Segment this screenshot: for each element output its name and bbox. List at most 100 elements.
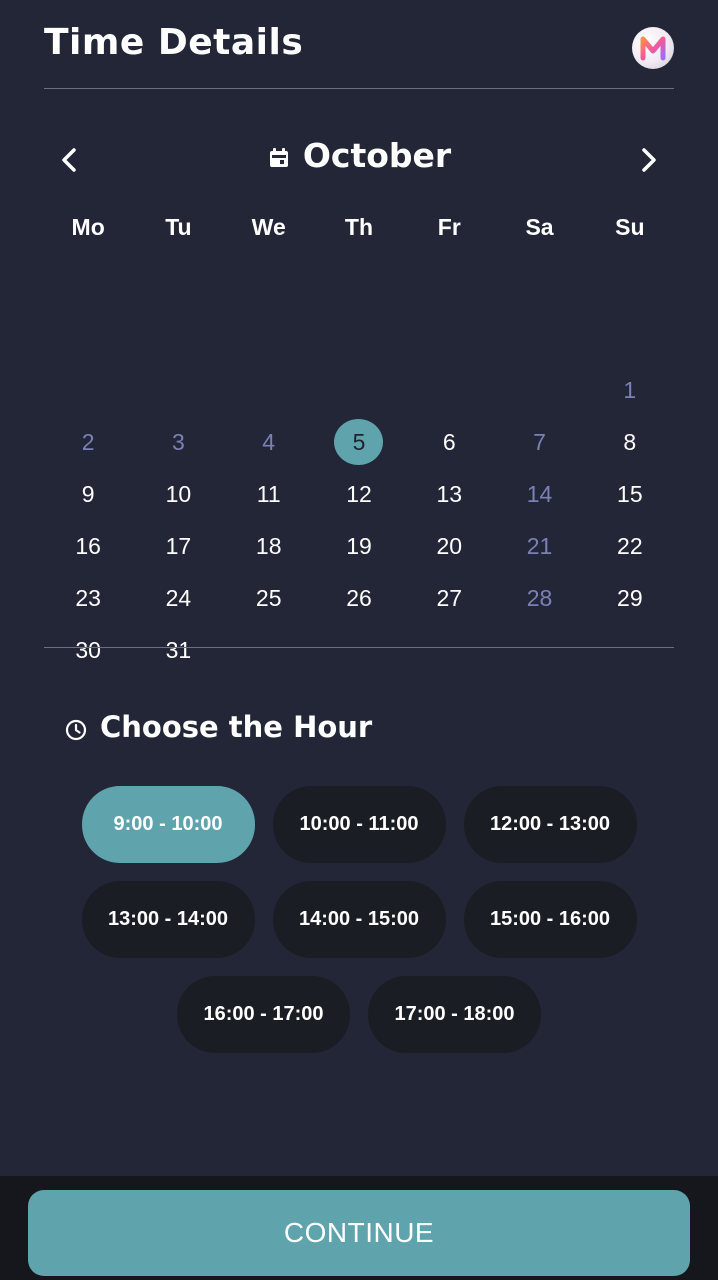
calendar-day[interactable]: 28 (494, 572, 584, 624)
calendar-empty-cell (404, 624, 494, 676)
calendar-day-number: 23 (75, 584, 101, 611)
calendar-empty-cell (224, 312, 314, 364)
calendar-day[interactable]: 14 (494, 468, 584, 520)
weekday-label: We (251, 214, 286, 240)
time-slot-button[interactable]: 12:00 - 13:00 (463, 786, 637, 863)
calendar-day[interactable]: 27 (404, 572, 494, 624)
calendar-day[interactable]: 7 (494, 416, 584, 468)
weekday-label: Tu (165, 214, 192, 240)
calendar-day-number: 22 (617, 532, 643, 559)
month-navigation: October (44, 130, 674, 186)
calendar-day[interactable]: 3 (133, 416, 223, 468)
chevron-right-icon (642, 148, 656, 172)
hour-heading: Choose the Hour (64, 710, 372, 744)
calendar-day[interactable]: 4 (224, 416, 314, 468)
calendar-day[interactable]: 15 (585, 468, 675, 520)
calendar-empty-cell (43, 364, 133, 416)
calendar-day[interactable]: 18 (224, 520, 314, 572)
calendar-day-number: 24 (165, 584, 192, 611)
calendar-day-number: 18 (255, 532, 282, 559)
calendar-icon (269, 147, 288, 167)
calendar-day-selected[interactable]: 5 (314, 416, 404, 468)
calendar-day-number: 17 (165, 532, 192, 559)
calendar-week-row: 1 (43, 364, 675, 416)
section-divider (44, 647, 674, 648)
calendar-day-number: 26 (346, 584, 372, 611)
calendar-empty-cell (404, 364, 494, 416)
calendar-empty-cell (314, 624, 404, 676)
calendar-day[interactable]: 8 (585, 416, 675, 468)
weekday-label: Fr (437, 214, 461, 240)
calendar-day-number: 2 (81, 428, 95, 455)
calendar-day-number: 6 (442, 428, 456, 455)
header: Time Details (44, 0, 674, 89)
avatar-logo-icon (640, 36, 666, 61)
calendar-day[interactable]: 17 (133, 520, 223, 572)
calendar-empty-cell (494, 312, 584, 364)
calendar-day[interactable]: 9 (43, 468, 133, 520)
avatar[interactable] (632, 27, 674, 69)
calendar-day-number: 27 (436, 584, 463, 611)
calendar-day[interactable]: 25 (224, 572, 314, 624)
time-slot-button[interactable]: 16:00 - 17:00 (177, 976, 350, 1053)
calendar-day-number: 8 (623, 428, 637, 455)
weekday-label: Su (615, 214, 645, 240)
calendar-day[interactable]: 22 (585, 520, 675, 572)
calendar-week-row: 23 24 25 26 27 28 29 (43, 572, 675, 624)
calendar-day-number: 5 (334, 419, 384, 465)
page-title: Time Details (44, 22, 304, 63)
calendar-day-number: 4 (262, 428, 276, 455)
calendar-day-number: 30 (75, 636, 101, 663)
calendar-empty-cell (494, 364, 584, 416)
time-slot-button[interactable]: 14:00 - 15:00 (272, 881, 446, 958)
calendar-day[interactable]: 23 (43, 572, 133, 624)
calendar-day-number: 15 (617, 480, 643, 507)
calendar-day-number: 12 (346, 480, 372, 507)
calendar-day[interactable]: 26 (314, 572, 404, 624)
time-slot-button[interactable]: 10:00 - 11:00 (272, 786, 446, 863)
calendar-empty-cell (43, 312, 133, 364)
time-slot-list: 9:00 - 10:00 10:00 - 11:00 12:00 - 13:00 13… (0, 786, 718, 1071)
calendar-day-number: 11 (256, 480, 281, 507)
continue-button[interactable]: CONTINUE (28, 1190, 690, 1276)
calendar-empty-cell (494, 624, 584, 676)
time-slot-button[interactable]: 17:00 - 18:00 (368, 976, 541, 1053)
time-slot-row: 9:00 - 10:00 10:00 - 11:00 12:00 - 13:00 (0, 786, 718, 863)
calendar-day[interactable]: 2 (43, 416, 133, 468)
time-slot-button-selected[interactable]: 9:00 - 10:00 (81, 786, 255, 863)
calendar-week-row: 30 31 (43, 624, 675, 676)
calendar-day-number: 31 (165, 636, 192, 663)
calendar-day[interactable]: 21 (494, 520, 584, 572)
calendar-empty-cell (404, 312, 494, 364)
calendar-day[interactable]: 31 (133, 624, 223, 676)
calendar-day[interactable]: 10 (133, 468, 223, 520)
calendar-day[interactable]: 11 (224, 468, 314, 520)
calendar-day-number: 13 (436, 480, 463, 507)
calendar-week-row: 2 3 4 5 6 7 8 (43, 416, 675, 468)
weekday-label: Sa (525, 214, 554, 240)
calendar-empty-cell (314, 312, 404, 364)
calendar-day[interactable]: 30 (43, 624, 133, 676)
calendar-day-number: 9 (81, 480, 95, 507)
calendar-day-number: 7 (533, 428, 546, 455)
calendar-empty-cell (133, 364, 223, 416)
next-month-button[interactable] (630, 142, 666, 178)
calendar-grid: 1 2 3 4 5 6 7 8 9 10 11 12 13 14 15 16 17 18 19 20 21 22 23 24 2… (43, 312, 675, 676)
calendar-day[interactable]: 12 (314, 468, 404, 520)
calendar-day-number: 21 (526, 532, 553, 559)
calendar-day[interactable]: 6 (404, 416, 494, 468)
time-slot-button[interactable]: 13:00 - 14:00 (81, 881, 255, 958)
calendar-day-number: 28 (526, 584, 553, 611)
calendar-day[interactable]: 13 (404, 468, 494, 520)
calendar-day[interactable]: 29 (585, 572, 675, 624)
month-name: October (302, 136, 452, 175)
calendar-day-number: 19 (346, 532, 372, 559)
calendar-day[interactable]: 19 (314, 520, 404, 572)
calendar-day-number: 20 (436, 532, 463, 559)
calendar-day[interactable]: 24 (133, 572, 223, 624)
calendar-empty-cell (133, 312, 223, 364)
calendar-day[interactable]: 16 (43, 520, 133, 572)
calendar-day[interactable]: 20 (404, 520, 494, 572)
calendar-day[interactable]: 1 (585, 364, 675, 416)
time-slot-button[interactable]: 15:00 - 16:00 (463, 881, 637, 958)
